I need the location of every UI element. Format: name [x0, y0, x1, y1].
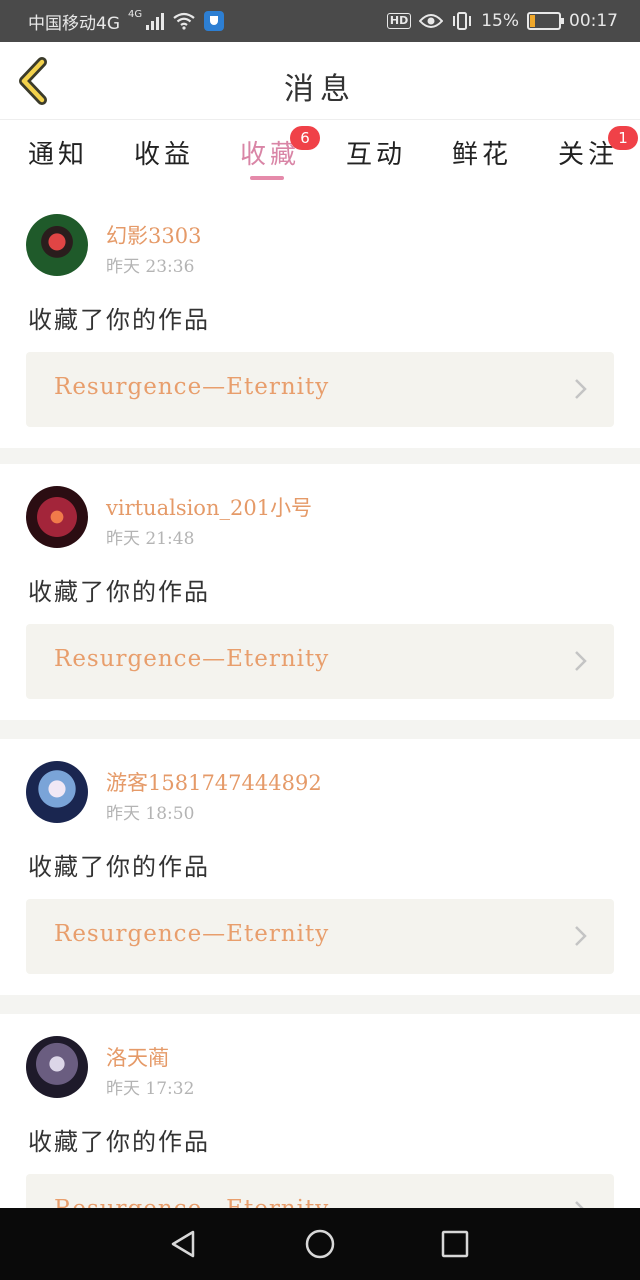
work-title: Resurgence—Eternity: [54, 646, 330, 672]
chevron-right-icon: [575, 651, 587, 671]
status-left: 中国移动4G 4G: [28, 0, 225, 42]
app-header: 消息: [0, 42, 640, 120]
list-item: virtualsion_201小号 昨天 21:48 收藏了你的作品 Resur…: [0, 464, 640, 720]
tab-label: 通知: [28, 140, 89, 170]
clock: 00:17: [569, 11, 618, 31]
work-title: Resurgence—Eternity: [54, 374, 330, 400]
tab-following[interactable]: 关注 1: [558, 126, 638, 178]
timestamp: 昨天 21:48: [106, 529, 195, 549]
username[interactable]: 洛天蔺: [106, 1042, 169, 1072]
tab-label: 收益: [134, 140, 195, 170]
avatar[interactable]: [26, 761, 88, 823]
back-triangle-icon[interactable]: [165, 1226, 201, 1262]
action-text: 收藏了你的作品: [28, 578, 210, 606]
timestamp: 昨天 17:32: [106, 1079, 195, 1099]
action-text: 收藏了你的作品: [28, 853, 210, 881]
battery-percent: 15%: [481, 11, 519, 31]
list-item: 幻影3303 昨天 23:36 收藏了你的作品 Resurgence—Etern…: [0, 192, 640, 448]
chevron-right-icon: [575, 379, 587, 399]
tab-bar: 通知 收益 收藏 6 互动 鲜花 关注 1: [0, 120, 640, 192]
work-link[interactable]: Resurgence—Eternity: [26, 352, 614, 427]
status-right: HD 15% 00:17: [386, 0, 618, 42]
network-type: 4G: [128, 8, 143, 20]
avatar[interactable]: [26, 214, 88, 276]
battery-icon: [527, 12, 564, 30]
tab-label: 互动: [346, 140, 407, 170]
home-circle-icon[interactable]: [302, 1226, 338, 1262]
tab-notifications[interactable]: 通知: [28, 134, 88, 178]
system-nav-bar: [0, 1208, 640, 1280]
list-item: 游客15817474448​92 昨天 18:50 收藏了你的作品 Resurg…: [0, 739, 640, 995]
tab-flowers[interactable]: 鲜花: [452, 134, 512, 178]
tab-interactions[interactable]: 互动: [346, 134, 406, 178]
tab-badge: 6: [290, 126, 320, 150]
work-link[interactable]: Resurgence—Eternity: [26, 1174, 614, 1208]
timestamp: 昨天 18:50: [106, 804, 195, 824]
shield-icon: [204, 11, 225, 31]
carrier-label: 中国移动4G: [28, 13, 120, 34]
tab-favorites[interactable]: 收藏 6: [240, 126, 320, 180]
work-link[interactable]: Resurgence—Eternity: [26, 624, 614, 699]
work-link[interactable]: Resurgence—Eternity: [26, 899, 614, 974]
action-text: 收藏了你的作品: [28, 306, 210, 334]
vibrate-icon: [453, 12, 472, 30]
status-bar: 中国移动4G 4G HD 15% 00:17: [0, 0, 640, 42]
work-title: Resurgence—Eternity: [54, 1196, 329, 1208]
avatar[interactable]: [26, 486, 88, 548]
page-title: 消息: [284, 72, 356, 107]
timestamp: 昨天 23:36: [106, 257, 195, 277]
signal-icon: [146, 12, 165, 30]
tab-earnings[interactable]: 收益: [134, 134, 194, 178]
recents-square-icon[interactable]: [437, 1226, 473, 1262]
tab-badge: 1: [608, 126, 638, 150]
list-item: 洛天蔺 昨天 17:32 收藏了你的作品 Resurgence—Eternity: [0, 1014, 640, 1208]
wifi-icon: [173, 12, 195, 30]
eye-icon: [419, 14, 444, 28]
chevron-right-icon: [575, 1201, 584, 1208]
username[interactable]: 游客15817474448​92: [106, 767, 322, 797]
action-text: 收藏了你的作品: [28, 1128, 210, 1156]
tab-label: 鲜花: [452, 140, 513, 170]
username[interactable]: 幻影3303: [106, 220, 201, 250]
favorites-feed[interactable]: 幻影3303 昨天 23:36 收藏了你的作品 Resurgence—Etern…: [0, 192, 640, 1208]
active-tab-indicator: [250, 176, 284, 180]
chevron-right-icon: [575, 926, 587, 946]
username[interactable]: virtualsion_201小号: [106, 492, 312, 522]
work-title: Resurgence—Eternity: [54, 921, 330, 947]
avatar[interactable]: [26, 1036, 88, 1098]
hd-icon: HD: [386, 13, 412, 29]
